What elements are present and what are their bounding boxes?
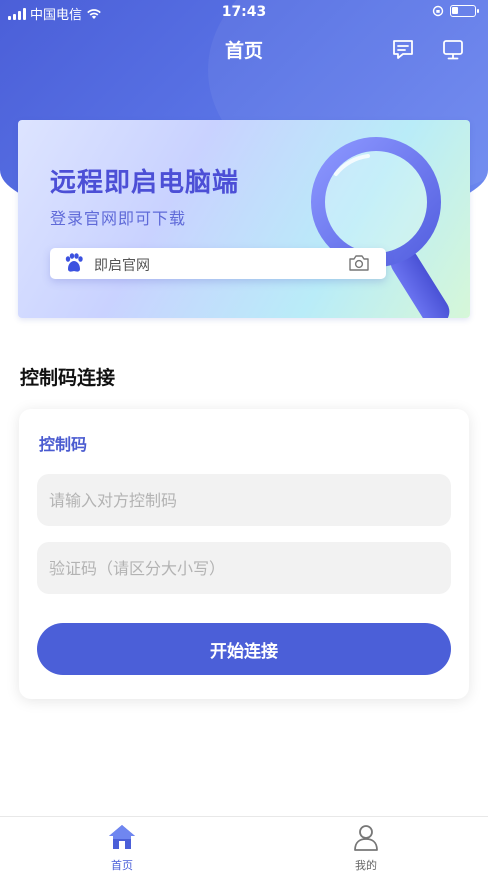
control-code-label: 控制码: [39, 435, 88, 454]
tab-profile[interactable]: 我的: [306, 823, 426, 873]
orientation-lock-icon: [432, 5, 444, 17]
banner-title: 远程即启电脑端: [50, 168, 240, 198]
tab-bar: 首页 我的: [0, 816, 488, 874]
banner-subtitle: 登录官网即可下载: [50, 209, 187, 228]
start-connect-button[interactable]: 开始连接: [37, 623, 451, 675]
status-right: [432, 5, 479, 17]
home-icon: [109, 825, 135, 849]
tab-home[interactable]: 首页: [62, 823, 182, 873]
banner-search-bar[interactable]: 即启官网: [50, 248, 386, 279]
verification-code-input[interactable]: [37, 542, 451, 594]
section-title: 控制码连接: [20, 367, 116, 389]
status-time: 17:43: [221, 4, 267, 20]
control-code-input[interactable]: [37, 474, 451, 526]
tab-home-label: 首页: [111, 859, 133, 872]
battery-icon: [450, 5, 479, 17]
connect-card: 控制码 开始连接: [19, 409, 469, 699]
camera-icon[interactable]: [348, 254, 370, 272]
promo-banner[interactable]: 远程即启电脑端 登录官网即可下载 即启官网: [18, 120, 470, 318]
user-icon: [354, 825, 378, 851]
status-bar: 中国电信 17:43: [0, 0, 488, 26]
baidu-paw-icon: [65, 253, 83, 272]
monitor-icon[interactable]: [441, 38, 465, 62]
banner-search-text: 即启官网: [94, 258, 150, 274]
tab-profile-label: 我的: [355, 859, 377, 872]
magnifier-illustration: [311, 137, 450, 318]
message-icon[interactable]: [391, 38, 415, 62]
